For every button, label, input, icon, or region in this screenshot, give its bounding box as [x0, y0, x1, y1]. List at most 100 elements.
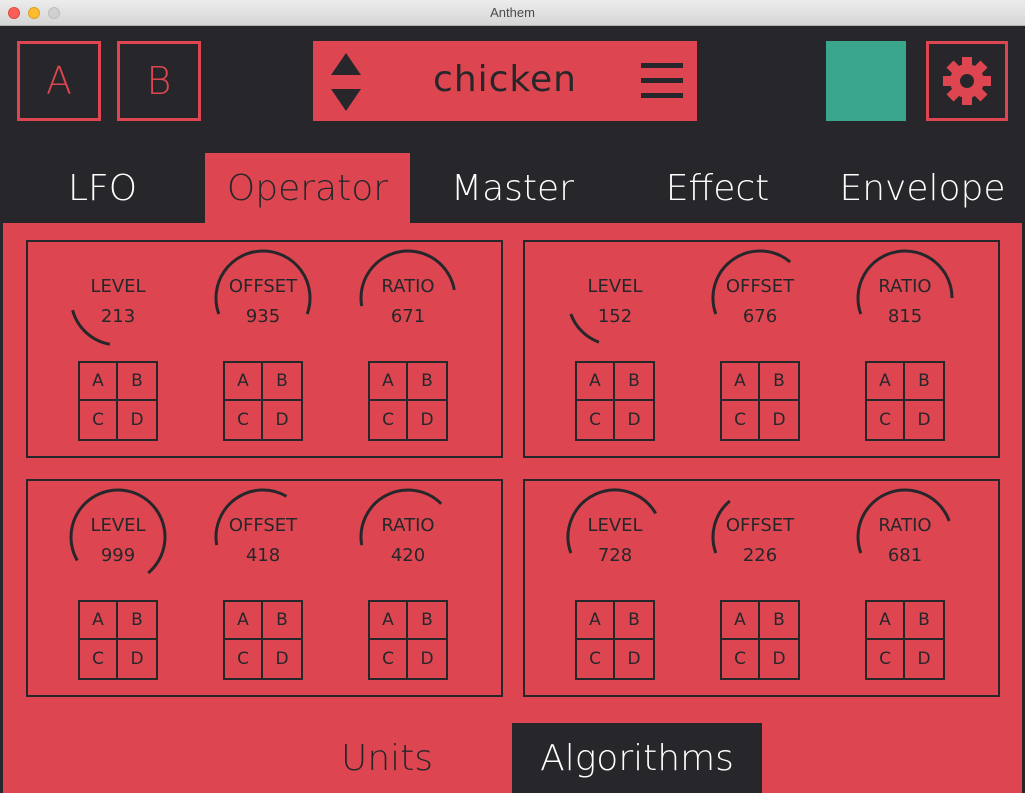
mod-cell-b[interactable]: B: [408, 363, 446, 401]
app-root: A B chicken LFO Operator Master Effect E…: [0, 26, 1025, 793]
mod-cell-a[interactable]: A: [225, 602, 263, 640]
mod-cell-d[interactable]: D: [760, 401, 798, 439]
mod-cell-c[interactable]: C: [225, 401, 263, 439]
color-swatch-button[interactable]: [826, 41, 906, 121]
offset-label: OFFSET: [725, 515, 795, 536]
mod-cell-b[interactable]: B: [760, 602, 798, 640]
level-value: 999: [100, 545, 136, 566]
mod-cell-c[interactable]: C: [370, 640, 408, 678]
mod-cell-a[interactable]: A: [577, 363, 615, 401]
mod-cell-d[interactable]: D: [615, 401, 653, 439]
mod-cell-c[interactable]: C: [370, 401, 408, 439]
offset-label: OFFSET: [725, 276, 795, 297]
offset-value: 418: [245, 545, 281, 566]
ratio-knob[interactable]: RATIO 671: [358, 248, 458, 348]
mod-cell-a[interactable]: A: [577, 602, 615, 640]
mod-cell-b[interactable]: B: [905, 602, 943, 640]
mod-cell-d[interactable]: D: [263, 401, 301, 439]
mod-cell-c[interactable]: C: [80, 401, 118, 439]
operator-panel-3: LEVEL 999 A B C D OFFSET 418 A B C D RATIO 420 A B C D: [26, 479, 503, 697]
patch-up-down-arrows-icon[interactable]: [331, 53, 361, 111]
mod-cell-d[interactable]: D: [905, 401, 943, 439]
patch-name[interactable]: chicken: [373, 59, 637, 100]
mod-cell-c[interactable]: C: [577, 640, 615, 678]
tab-master[interactable]: Master: [410, 153, 615, 223]
mod-cell-a[interactable]: A: [225, 363, 263, 401]
mod-cell-d[interactable]: D: [905, 640, 943, 678]
offset-knob[interactable]: OFFSET 676: [710, 248, 810, 348]
level-knob[interactable]: LEVEL 999: [68, 487, 168, 587]
knob-arc: [214, 488, 288, 546]
level-value: 728: [597, 545, 633, 566]
mod-cell-b[interactable]: B: [408, 602, 446, 640]
ratio-mod-matrix: ABCD: [865, 600, 945, 680]
tab-operator[interactable]: Operator: [205, 153, 410, 223]
offset-label: OFFSET: [228, 515, 298, 536]
settings-button[interactable]: [926, 41, 1008, 121]
mod-cell-a[interactable]: A: [80, 602, 118, 640]
mod-cell-a[interactable]: A: [722, 363, 760, 401]
mod-cell-c[interactable]: C: [867, 640, 905, 678]
mod-cell-d[interactable]: D: [118, 401, 156, 439]
ratio-mod-matrix: ABCD: [368, 600, 448, 680]
mod-cell-c[interactable]: C: [722, 640, 760, 678]
knob-arc: [711, 499, 731, 554]
tab-algorithms[interactable]: Algorithms: [512, 723, 762, 793]
knob-arc: [566, 488, 658, 554]
preset-a-button[interactable]: A: [17, 41, 101, 121]
offset-knob[interactable]: OFFSET 418: [213, 487, 313, 587]
mod-cell-b[interactable]: B: [118, 363, 156, 401]
mod-cell-d[interactable]: D: [408, 401, 446, 439]
mod-cell-b[interactable]: B: [263, 363, 301, 401]
level-value: 152: [597, 306, 633, 327]
mod-cell-c[interactable]: C: [867, 401, 905, 439]
ratio-mod-matrix: ABCD: [865, 361, 945, 441]
tab-units[interactable]: Units: [262, 723, 512, 793]
tab-lfo[interactable]: LFO: [0, 153, 205, 223]
mod-cell-c[interactable]: C: [225, 640, 263, 678]
operator-panel-4: LEVEL 728 A B C D OFFSET 226 A B C D RATIO 681 A B C D: [523, 479, 1000, 697]
ratio-knob[interactable]: RATIO 681: [855, 487, 955, 587]
mod-cell-d[interactable]: D: [263, 640, 301, 678]
preset-b-button[interactable]: B: [117, 41, 201, 121]
tab-envelope[interactable]: Envelope: [820, 153, 1025, 223]
tab-effect[interactable]: Effect: [615, 153, 820, 223]
mod-cell-b[interactable]: B: [118, 602, 156, 640]
mod-cell-b[interactable]: B: [905, 363, 943, 401]
mod-cell-b[interactable]: B: [760, 363, 798, 401]
knob-arc: [71, 309, 111, 346]
level-knob[interactable]: LEVEL 152: [565, 248, 665, 348]
mod-cell-c[interactable]: C: [722, 401, 760, 439]
knob-arc: [69, 488, 167, 575]
ratio-label: RATIO: [878, 276, 932, 297]
mod-cell-c[interactable]: C: [80, 640, 118, 678]
mod-cell-d[interactable]: D: [615, 640, 653, 678]
hamburger-menu-icon[interactable]: [641, 63, 683, 99]
ratio-knob[interactable]: RATIO 420: [358, 487, 458, 587]
mod-cell-a[interactable]: A: [370, 363, 408, 401]
mod-cell-b[interactable]: B: [615, 602, 653, 640]
mod-cell-a[interactable]: A: [80, 363, 118, 401]
offset-knob[interactable]: OFFSET 935: [213, 248, 313, 348]
mod-cell-a[interactable]: A: [867, 602, 905, 640]
offset-knob[interactable]: OFFSET 226: [710, 487, 810, 587]
mod-cell-c[interactable]: C: [577, 401, 615, 439]
mod-cell-b[interactable]: B: [263, 602, 301, 640]
knob-arc: [711, 249, 792, 315]
offset-value: 935: [245, 306, 281, 327]
section-tabs: LFO Operator Master Effect Envelope: [0, 153, 1025, 223]
mod-cell-d[interactable]: D: [760, 640, 798, 678]
ratio-knob[interactable]: RATIO 815: [855, 248, 955, 348]
mod-cell-a[interactable]: A: [370, 602, 408, 640]
mod-cell-d[interactable]: D: [408, 640, 446, 678]
mod-cell-a[interactable]: A: [867, 363, 905, 401]
level-label: LEVEL: [90, 276, 146, 297]
mod-cell-a[interactable]: A: [722, 602, 760, 640]
mod-cell-b[interactable]: B: [615, 363, 653, 401]
offset-mod-matrix: ABCD: [720, 361, 800, 441]
level-knob[interactable]: LEVEL 213: [68, 248, 168, 348]
level-label: LEVEL: [587, 515, 643, 536]
ratio-value: 420: [390, 545, 426, 566]
level-knob[interactable]: LEVEL 728: [565, 487, 665, 587]
mod-cell-d[interactable]: D: [118, 640, 156, 678]
